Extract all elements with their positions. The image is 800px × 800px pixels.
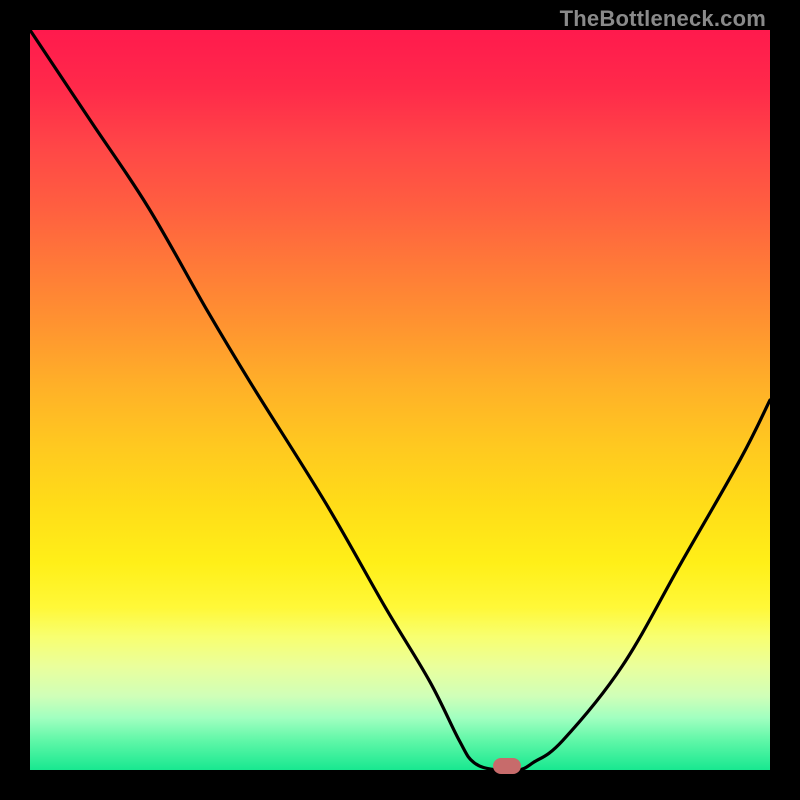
optimal-marker <box>493 758 521 774</box>
chart-frame: TheBottleneck.com <box>0 0 800 800</box>
bottleneck-curve <box>30 30 770 770</box>
watermark-text: TheBottleneck.com <box>560 6 766 32</box>
